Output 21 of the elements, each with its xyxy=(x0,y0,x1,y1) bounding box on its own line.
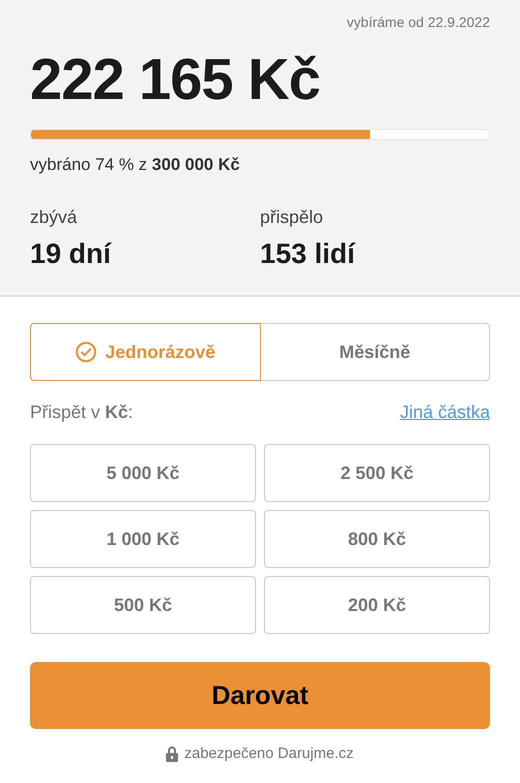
stat-label: zbývá xyxy=(30,206,78,229)
donate-button[interactable]: Darovat xyxy=(30,662,490,729)
stat-value: 153 lidí xyxy=(260,237,357,271)
amount-option[interactable]: 500 Kč xyxy=(30,576,256,634)
frequency-tab[interactable]: Jednorázově xyxy=(30,323,260,381)
lock-icon xyxy=(166,746,178,762)
raised-amount: 222 165 Kč xyxy=(30,47,320,112)
amount-option[interactable]: 2 500 Kč xyxy=(264,444,490,502)
amount-option[interactable]: 200 Kč xyxy=(264,576,490,634)
check-circle-icon xyxy=(75,341,98,363)
stat-label: přispělo xyxy=(260,206,324,229)
stat-value: 19 dní xyxy=(30,237,113,271)
amount-option[interactable]: 800 Kč xyxy=(264,510,490,568)
security-note: zabezpečeno Darujme.cz xyxy=(184,744,354,764)
amount-option[interactable]: 1 000 Kč xyxy=(30,510,256,568)
amount-label: Přispět v Kč: xyxy=(30,401,134,424)
start-date: vybíráme od 22.9.2022 xyxy=(346,13,490,32)
amount-option[interactable]: 5 000 Kč xyxy=(30,444,256,502)
frequency-tab[interactable]: Měsíčně xyxy=(260,323,490,381)
progress-summary: vybráno 74 % z 300 000 Kč xyxy=(30,155,240,174)
other-amount-link[interactable]: Jiná částka xyxy=(400,399,490,426)
